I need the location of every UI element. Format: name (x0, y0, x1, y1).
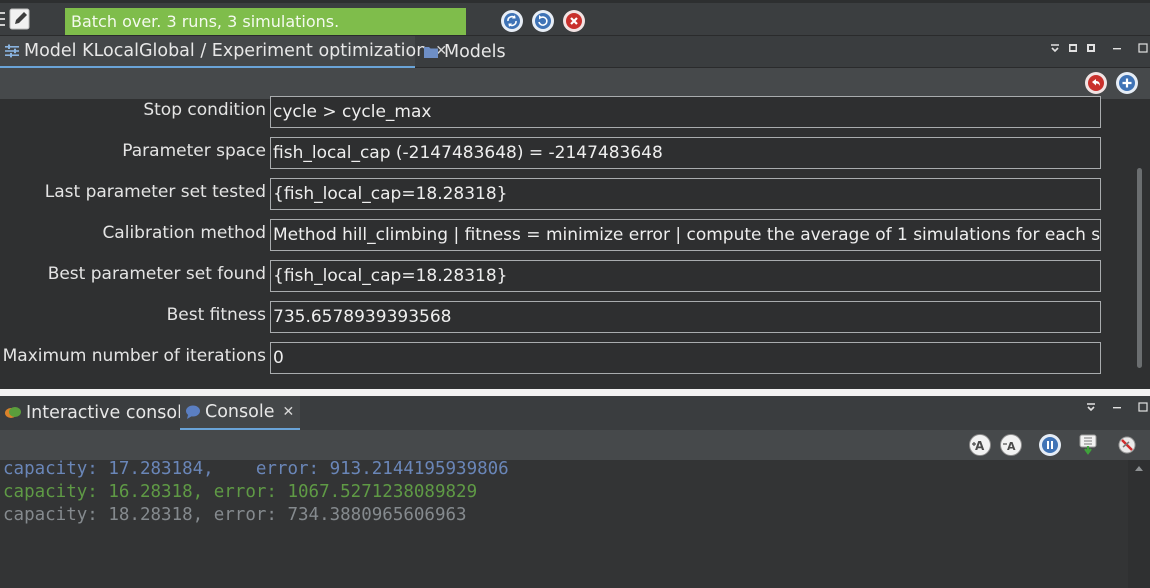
best-parameter-set-field[interactable]: {fish_local_cap=18.28318} (270, 260, 1101, 292)
clear-icon[interactable] (1116, 434, 1138, 456)
status-message: Batch over. 3 runs, 3 simulations. (65, 8, 466, 35)
form-label: Maximum number of iterations (2, 346, 266, 366)
console-icon (185, 404, 201, 420)
minimize-icon[interactable] (1111, 401, 1123, 413)
console-output: capacity: 17.283184, error: 913.21441959… (0, 459, 1128, 588)
best-fitness-field[interactable]: 735.6578939393568 (270, 301, 1101, 333)
calibration-method-field[interactable]: Method hill_climbing | fitness = minimiz… (270, 219, 1101, 251)
tab-label: Interactive console (26, 403, 193, 423)
form-label: Stop condition (143, 100, 266, 120)
console-line: capacity: 16.28318, error: 1067.52712380… (3, 482, 478, 502)
form-label: Best fitness (166, 305, 266, 325)
max-iterations-field[interactable]: 0 (270, 342, 1101, 374)
console-line: capacity: 17.283184, error: 913.21441959… (3, 459, 509, 479)
collapse-icon[interactable] (1049, 42, 1061, 54)
top-toolbar: Batch over. 3 runs, 3 simulations. (0, 0, 1150, 36)
stop-icon[interactable] (563, 10, 585, 32)
stack-icon[interactable] (1067, 42, 1079, 54)
scroll-up-icon[interactable] (1128, 460, 1150, 476)
form-row-best-parameter-set: Best parameter set found {fish_local_cap… (0, 260, 1110, 292)
tab-interactive-console[interactable]: Interactive console (0, 396, 193, 430)
add-icon[interactable] (1116, 72, 1138, 94)
editor-tab-bar: Model KLocalGlobal / Experiment optimiza… (0, 36, 1150, 68)
form-row-max-iterations: Maximum number of iterations 0 (0, 342, 1110, 374)
svg-text:A: A (975, 439, 985, 452)
close-icon[interactable]: ✕ (282, 404, 294, 420)
console-view-controls (1085, 401, 1149, 413)
svg-text:A: A (1007, 440, 1016, 452)
decrease-font-icon[interactable]: A (1000, 434, 1022, 456)
increase-font-icon[interactable]: A (969, 434, 991, 456)
form-row-stop-condition: Stop condition cycle > cycle_max (0, 96, 1110, 128)
parameter-space-field[interactable]: fish_local_cap (-2147483648) = -21474836… (270, 137, 1101, 169)
relaunch-icon[interactable] (501, 10, 523, 32)
form-label: Calibration method (102, 223, 266, 243)
form-row-calibration-method: Calibration method Method hill_climbing … (0, 219, 1110, 251)
minimize-icon[interactable] (1111, 42, 1123, 54)
list-icon[interactable] (1085, 42, 1097, 54)
console-scrollbar[interactable] (1128, 460, 1150, 588)
tab-models[interactable]: Models (419, 36, 506, 68)
interactive-console-icon (4, 405, 22, 421)
scroll-lock-icon[interactable] (1077, 433, 1101, 457)
tab-label: Model KLocalGlobal / Experiment optimiza… (24, 41, 428, 61)
tab-label: Models (444, 42, 506, 62)
console-actions: A A (0, 430, 1150, 460)
form-row-best-fitness: Best fitness 735.6578939393568 (0, 301, 1110, 333)
form-label: Last parameter set tested (44, 182, 266, 202)
form-label: Best parameter set found (47, 264, 266, 284)
pane-divider[interactable] (0, 389, 1150, 396)
console-line: capacity: 18.28318, error: 734.388096560… (3, 505, 467, 525)
last-parameter-set-field[interactable]: {fish_local_cap=18.28318} (270, 178, 1101, 210)
form-label: Parameter space (122, 141, 266, 161)
form-scrollbar-thumb[interactable] (1137, 168, 1142, 368)
parameters-icon (4, 43, 20, 59)
pause-icon[interactable] (1039, 434, 1061, 456)
console-tab-bar: Interactive console Console ✕ (0, 396, 1150, 430)
experiment-parameters-form: Stop condition cycle > cycle_max Paramet… (0, 96, 1128, 389)
reload-icon[interactable] (532, 10, 554, 32)
maximize-icon[interactable] (1137, 42, 1149, 54)
tab-label: Console (205, 402, 275, 422)
form-row-parameter-space: Parameter space fish_local_cap (-2147483… (0, 137, 1110, 169)
revert-icon[interactable] (1085, 72, 1107, 94)
view-controls (1049, 42, 1149, 54)
folder-icon (423, 45, 439, 59)
collapse-icon[interactable] (1085, 401, 1097, 413)
stop-condition-field[interactable]: cycle > cycle_max (270, 96, 1101, 128)
maximize-icon[interactable] (1137, 401, 1149, 413)
tab-experiment-optimization[interactable]: Model KLocalGlobal / Experiment optimiza… (0, 36, 447, 68)
edit-icon[interactable] (8, 7, 32, 31)
tab-console[interactable]: Console ✕ (180, 396, 301, 430)
editor-actions (0, 68, 1150, 99)
form-row-last-parameter-set: Last parameter set tested {fish_local_ca… (0, 178, 1110, 210)
